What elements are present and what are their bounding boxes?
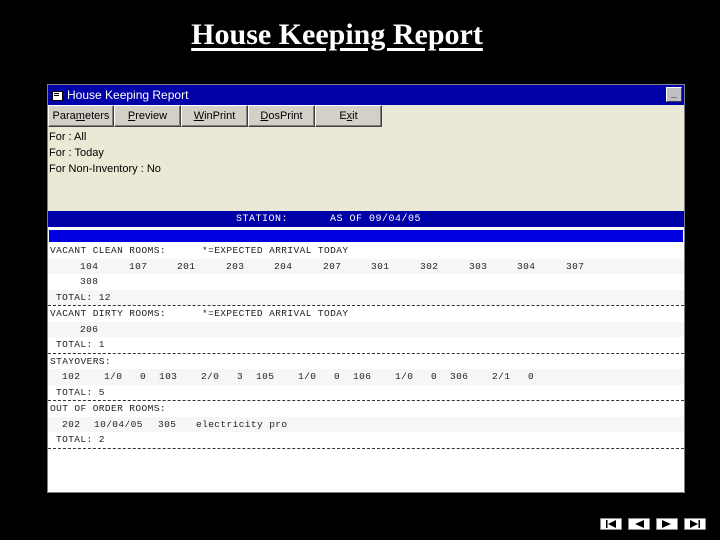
- last-slide-icon[interactable]: [684, 518, 706, 530]
- section-header: VACANT DIRTY ROOMS:: [50, 308, 166, 319]
- stayovers-header: STAYOVERS:: [48, 354, 684, 370]
- guest-count: 1/0: [104, 371, 123, 382]
- extra-count: 0: [334, 371, 341, 382]
- room-number: 303: [469, 260, 488, 272]
- total-line: TOTAL: 5: [48, 385, 684, 401]
- room-row: 104 107 201 203 204 207 301 302 303 304 307: [48, 258, 684, 274]
- previous-slide-icon[interactable]: [628, 518, 650, 530]
- minimize-button[interactable]: _: [666, 87, 682, 102]
- section-total: TOTAL: 12: [56, 291, 111, 303]
- section-total: TOTAL: 2: [56, 434, 105, 445]
- guest-count: 1/0: [298, 371, 317, 382]
- window-titlebar[interactable]: House Keeping Report _: [48, 85, 684, 105]
- room-number: 306: [450, 371, 469, 382]
- extra-count: 0: [431, 371, 438, 382]
- exit-button[interactable]: Ex it: [315, 105, 382, 127]
- preview-button[interactable]: Preview: [114, 105, 181, 127]
- report-window: House Keeping Report _ Para m eters Previe…: [47, 84, 685, 493]
- extra-count: 3: [237, 371, 244, 382]
- filter-summary: For : All For : Today For Non-Inventory …: [48, 127, 684, 177]
- room-number: 103: [159, 371, 178, 382]
- section-note: *=EXPECTED ARRIVAL TODAY: [202, 245, 349, 256]
- room-number: 202: [62, 418, 81, 430]
- total-line: TOTAL: 12: [48, 289, 684, 305]
- room-number: 102: [62, 371, 81, 382]
- guest-count: 1/0: [395, 371, 414, 382]
- next-slide-icon[interactable]: [656, 518, 678, 530]
- room-number: 106: [353, 371, 372, 382]
- vacant-dirty-header: VACANT DIRTY ROOMS: *=EXPECTED ARRIVAL TO…: [48, 306, 684, 322]
- report-band: [48, 229, 684, 243]
- room-number: 204: [274, 260, 293, 272]
- window-title: House Keeping Report: [67, 88, 189, 102]
- total-line: TOTAL: 1: [48, 337, 684, 353]
- guest-count: 2/0: [201, 371, 220, 382]
- extra-count: 0: [140, 371, 147, 382]
- filter-line: For : Today: [49, 147, 104, 159]
- room-number: 206: [80, 323, 99, 335]
- winprint-button[interactable]: WinPrint: [181, 105, 248, 127]
- station-header: STATION: AS OF 09/04/05: [48, 211, 684, 227]
- room-number: 107: [129, 260, 148, 272]
- filter-line: For : All: [49, 131, 87, 143]
- date: 10/04/05: [94, 418, 143, 430]
- filter-line: For Non-Inventory : No: [49, 163, 161, 175]
- slide-navigation: [600, 518, 706, 530]
- section-header: OUT OF ORDER ROOMS:: [50, 403, 166, 414]
- as-of-date: AS OF 09/04/05: [330, 213, 422, 225]
- parameters-button[interactable]: Para m eters: [48, 105, 114, 127]
- room-number: 207: [323, 260, 342, 272]
- room-number: 302: [420, 260, 439, 272]
- section-note: *=EXPECTED ARRIVAL TODAY: [202, 308, 349, 319]
- dosprint-button[interactable]: DosPrint: [248, 105, 315, 127]
- room-number: 203: [226, 260, 245, 272]
- room-number: 305: [158, 418, 177, 430]
- parameters-panel: Para m eters Preview WinPrint DosPrint Exi…: [48, 105, 684, 211]
- section-header: VACANT CLEAN ROOMS:: [50, 245, 166, 256]
- total-line: TOTAL: 2: [48, 432, 684, 448]
- stayover-row: 102 1/0 0 103 2/0 3 105 1/0 0 106 1/0 0 306 2/1 0: [48, 369, 684, 385]
- room-number: 304: [517, 260, 536, 272]
- section-divider: [48, 447, 684, 449]
- room-number: 104: [80, 260, 99, 272]
- slide-title: House Keeping Report: [191, 18, 483, 51]
- first-slide-icon[interactable]: [600, 518, 622, 530]
- section-header: STAYOVERS:: [50, 355, 112, 367]
- room-row: 308: [48, 274, 684, 290]
- reason: electricity pro: [196, 418, 288, 430]
- room-number: 307: [566, 260, 585, 272]
- room-row: 206: [48, 321, 684, 337]
- extra-count: 0: [528, 371, 535, 382]
- app-icon: [51, 89, 63, 101]
- room-number: 201: [177, 260, 196, 272]
- report-body[interactable]: VACANT CLEAN ROOMS: *=EXPECTED ARRIVAL TO…: [48, 243, 684, 449]
- toolbar: Para m eters Preview WinPrint DosPrint Exi…: [48, 105, 684, 127]
- room-number: 308: [80, 276, 99, 287]
- out-of-order-header: OUT OF ORDER ROOMS:: [48, 401, 684, 417]
- room-number: 105: [256, 371, 275, 382]
- room-number: 301: [371, 260, 390, 272]
- vacant-clean-header: VACANT CLEAN ROOMS: *=EXPECTED ARRIVAL TO…: [48, 243, 684, 259]
- section-total: TOTAL: 1: [56, 339, 105, 350]
- guest-count: 2/1: [492, 371, 511, 382]
- station-label: STATION:: [236, 213, 289, 225]
- section-total: TOTAL: 5: [56, 386, 105, 398]
- out-of-order-row: 202 10/04/05 305 electricity pro: [48, 416, 684, 432]
